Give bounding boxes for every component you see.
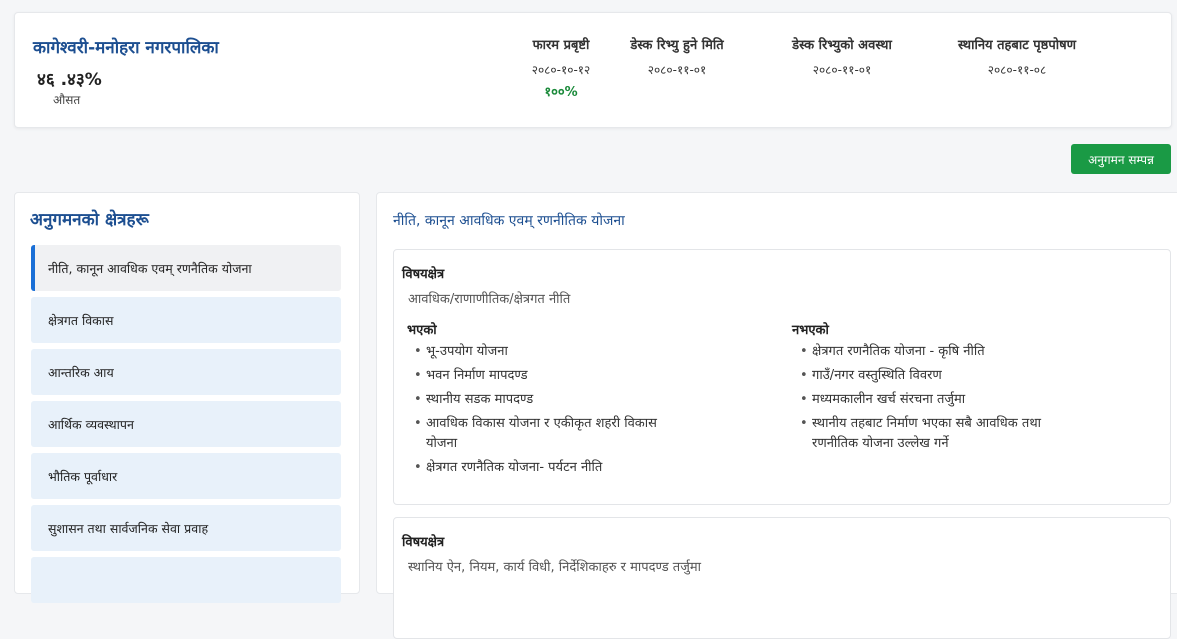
list-item: क्षेत्रगत रणनैतिक योजना- पर्यटन नीति xyxy=(406,458,686,478)
monitoring-areas-panel: अनुगमनको क्षेत्रहरू नीति, कानून आवधिक एव… xyxy=(14,192,360,603)
monitoring-complete-button[interactable]: अनुगमन सम्पन्न xyxy=(1071,144,1171,174)
list-item: भवन निर्माण मापदण्ड xyxy=(406,366,686,386)
area-item-internal-revenue[interactable]: आन्तरिक आय xyxy=(31,349,341,395)
areas-title: अनुगमनको क्षेत्रहरू xyxy=(30,210,149,230)
list-item: स्थानीय तहबाट निर्माण भएका सबै आवधिक तथा… xyxy=(792,414,1062,454)
list-item: आवधिक विकास योजना र एकीकृत शहरी विकास यो… xyxy=(406,414,686,454)
stat-heading: फारम प्रबृष्टी xyxy=(532,38,590,53)
list-item: मध्यमकालीन खर्च संरचना तर्जुमा xyxy=(792,390,1062,410)
stat-value: २०८०-१०-१२ xyxy=(531,63,591,77)
summary-card: कागेश्वरी-मनोहरा नगरपालिका ४६ .४३% औसत फ… xyxy=(14,12,1172,128)
municipality-title: कागेश्वरी-मनोहरा नगरपालिका xyxy=(33,38,219,58)
list-item: स्थानीय सडक मापदण्ड xyxy=(406,390,686,410)
not-done-heading: नभएको xyxy=(792,323,829,338)
area-item-more[interactable] xyxy=(31,557,341,603)
stat-value: २०८०-११-०८ xyxy=(987,63,1047,77)
stat-value: २०८०-११-०१ xyxy=(812,63,872,77)
average-score: ४६ .४३% xyxy=(37,70,102,90)
area-item-sectoral-development[interactable]: क्षेत्रगत विकास xyxy=(31,297,341,343)
list-item: क्षेत्रगत रणनैतिक योजना - कृषि नीति xyxy=(792,342,1062,362)
subject-area-label: विषयक्षेत्र xyxy=(402,535,445,550)
stat-local-feedback: स्थानिय तहबाट पृष्ठपोषण २०८०-११-०८ xyxy=(937,35,1097,78)
list-item: भू-उपयोग योजना xyxy=(406,342,686,362)
stat-form-entry: फारम प्रबृष्टी २०८०-१०-१२ १००% xyxy=(501,35,621,100)
stat-value: २०८०-११-०१ xyxy=(647,63,707,77)
detail-panel: नीति, कानून आवधिक एवम् रणनीतिक योजना विष… xyxy=(376,192,1177,639)
stat-desk-review-status: डेस्क रिभ्युको अवस्था २०८०-११-०१ xyxy=(767,35,917,78)
stat-heading: डेस्क रिभ्यु हुने मिति xyxy=(630,38,724,53)
stat-heading: डेस्क रिभ्युको अवस्था xyxy=(792,38,892,53)
list-item: गाउँ/नगर वस्तुस्थिति विवरण xyxy=(792,366,1062,386)
area-item-good-governance[interactable]: सुशासन तथा सार्वजनिक सेवा प्रवाह xyxy=(31,505,341,551)
stat-heading: स्थानिय तहबाट पृष्ठपोषण xyxy=(957,38,1076,53)
area-item-financial-management[interactable]: आर्थिक व्यवस्थापन xyxy=(31,401,341,447)
subject-area-card: विषयक्षेत्र स्थानिय ऐन, नियम, कार्य विधी… xyxy=(393,517,1171,639)
done-list: भू-उपयोग योजना भवन निर्माण मापदण्ड स्थान… xyxy=(406,342,686,482)
done-heading: भएको xyxy=(407,323,437,338)
subject-area-label: विषयक्षेत्र xyxy=(402,267,445,282)
not-done-list: क्षेत्रगत रणनैतिक योजना - कृषि नीति गाउँ… xyxy=(792,342,1062,458)
subject-area-card: विषयक्षेत्र आवधिक/राणाणीतिक/क्षेत्रगत नी… xyxy=(393,249,1171,505)
average-label: औसत xyxy=(53,93,81,107)
subject-area-value: स्थानिय ऐन, नियम, कार्य विधी, निर्देशिका… xyxy=(408,560,701,575)
area-item-policy[interactable]: नीति, कानून आवधिक एवम् रणनैतिक योजना xyxy=(31,245,341,291)
stat-percent: १००% xyxy=(544,85,578,100)
detail-title: नीति, कानून आवधिक एवम् रणनीतिक योजना xyxy=(393,213,625,229)
subject-area-value: आवधिक/राणाणीतिक/क्षेत्रगत नीति xyxy=(408,292,571,307)
stat-desk-review-date: डेस्क रिभ्यु हुने मिति २०८०-११-०१ xyxy=(617,35,737,78)
area-item-physical-infrastructure[interactable]: भौतिक पूर्वाधार xyxy=(31,453,341,499)
